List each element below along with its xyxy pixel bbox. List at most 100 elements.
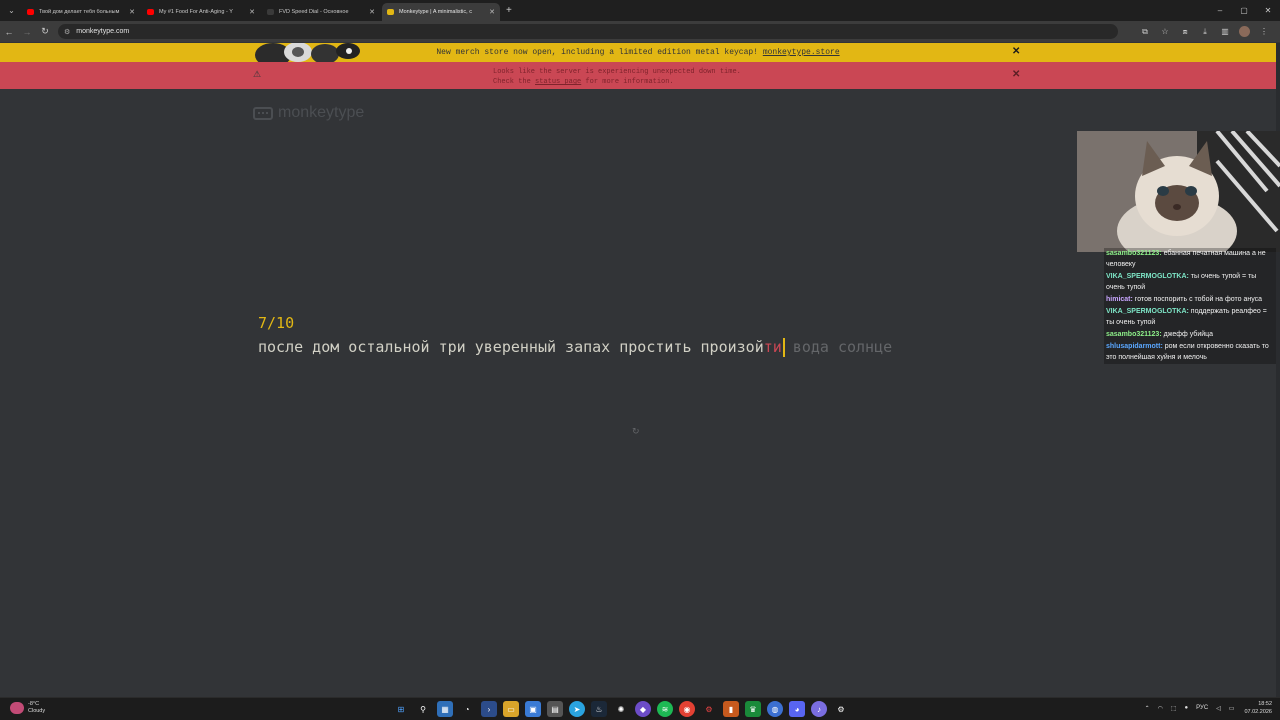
incorrect-letters: ти bbox=[763, 338, 782, 356]
weather-desc: Cloudy bbox=[28, 708, 46, 714]
photos-icon[interactable]: ▣ bbox=[525, 701, 541, 717]
language-indicator[interactable]: РУС bbox=[1196, 705, 1208, 711]
start-icon[interactable]: ⊞ bbox=[393, 701, 409, 717]
maximize-button[interactable]: ▢ bbox=[1232, 6, 1256, 15]
tab-close-icon[interactable]: ✕ bbox=[249, 8, 255, 16]
install-app-icon[interactable]: ⧉ bbox=[1135, 27, 1155, 37]
extensions-icon[interactable]: ⧈ bbox=[1175, 27, 1195, 37]
minimize-button[interactable]: – bbox=[1208, 6, 1232, 15]
network-icon[interactable]: ⬚ bbox=[1171, 705, 1177, 712]
volume-icon[interactable]: ◁ bbox=[1216, 705, 1221, 712]
upcoming-words: вода солнце bbox=[792, 338, 893, 356]
new-tab-button[interactable]: + bbox=[506, 5, 512, 16]
weather-icon bbox=[10, 702, 24, 714]
bookmark-star-icon[interactable]: ☆ bbox=[1155, 27, 1175, 36]
webcam-overlay bbox=[1077, 131, 1280, 252]
warning-icon: ⚠ bbox=[253, 70, 262, 80]
store-icon[interactable]: ▤ bbox=[547, 701, 563, 717]
terminal-icon[interactable]: › bbox=[481, 701, 497, 717]
chrome-icon[interactable]: ◉ bbox=[679, 701, 695, 717]
search-icon[interactable]: ⚲ bbox=[415, 701, 431, 717]
toolbar-actions: ⧉ ☆ ⧈ ⤓ ▥ ⋮ bbox=[1135, 21, 1274, 42]
spotify-icon[interactable]: ≋ bbox=[657, 701, 673, 717]
taskbar-apps: ⊞ ⚲ ▦ ◔ › ▭ ▣ ▤ ➤ ♨ ✺ ◆ ≋ ◉ ⚙ ▮ ♛ ◍ ◕ ♪ … bbox=[390, 701, 852, 717]
tab-close-icon[interactable]: ✕ bbox=[369, 8, 375, 16]
copilot-icon[interactable]: ◔ bbox=[459, 701, 475, 717]
merch-banner-image bbox=[253, 43, 361, 62]
discord-icon[interactable]: ◕ bbox=[789, 701, 805, 717]
chat-username: VIKA_SPERMOGLOTKA bbox=[1106, 308, 1187, 315]
obsidian-icon[interactable]: ◆ bbox=[635, 701, 651, 717]
tab-search-button[interactable]: ⌄ bbox=[3, 4, 20, 18]
stream-chat: sasambo321123: ебанная печатная машина а… bbox=[1104, 248, 1276, 364]
url-text: monkeytype.com bbox=[76, 28, 130, 35]
chatgpt-icon[interactable]: ✺ bbox=[613, 701, 629, 717]
status-page-link[interactable]: status page bbox=[535, 78, 581, 86]
reload-button[interactable]: ↻ bbox=[36, 26, 54, 37]
tab-title: Monkeytype | A minimalistic, c bbox=[399, 9, 472, 15]
tab-title: My #1 Food For Anti-Aging - Y bbox=[159, 9, 233, 15]
restart-test-icon[interactable]: ↻ bbox=[632, 427, 640, 437]
chat-text: джефф убийца bbox=[1163, 331, 1214, 338]
clock[interactable]: 18:52 07.02.2026 bbox=[1244, 700, 1272, 716]
browser-tab[interactable]: My #1 Food For Anti-Aging - Y ✕ bbox=[142, 3, 260, 21]
back-button[interactable]: ← bbox=[0, 27, 18, 37]
tab-title: Твой дом делает тебя больным bbox=[39, 9, 120, 15]
app-orange-icon[interactable]: ▮ bbox=[723, 701, 739, 717]
word-counter: 7/10 bbox=[258, 314, 295, 332]
app-green-icon[interactable]: ♛ bbox=[745, 701, 761, 717]
gallery-icon[interactable]: ▦ bbox=[437, 701, 453, 717]
battery-icon[interactable]: ▭ bbox=[1229, 705, 1235, 712]
weather-widget[interactable]: -8°C Cloudy bbox=[10, 701, 45, 715]
chat-text: готов поспорить с тобой на фото ануса bbox=[1134, 296, 1263, 303]
merch-text: New merch store now open, including a li… bbox=[436, 48, 763, 57]
chat-message: shlusapidarmott: ром если откровенно ска… bbox=[1106, 343, 1269, 361]
merch-store-link[interactable]: monkeytype.store bbox=[763, 48, 840, 57]
tab-favicon-icon bbox=[27, 9, 34, 15]
settings-tool-icon[interactable]: ⚙ bbox=[701, 701, 717, 717]
mic-icon[interactable]: ● bbox=[1185, 705, 1189, 711]
clock-time: 18:52 bbox=[1258, 701, 1272, 707]
weather-temp: -8°C bbox=[28, 701, 40, 707]
tab-close-icon[interactable]: ✕ bbox=[129, 8, 135, 16]
typing-words[interactable]: после дом остальной три уверенный запах … bbox=[258, 338, 892, 357]
close-window-button[interactable]: ✕ bbox=[1256, 6, 1280, 15]
sidebar-icon[interactable]: ▥ bbox=[1215, 27, 1235, 36]
tray-overflow-icon[interactable]: ⌃ bbox=[1145, 705, 1150, 712]
tab-close-icon[interactable]: ✕ bbox=[489, 8, 495, 16]
menu-icon[interactable]: ⋮ bbox=[1254, 27, 1274, 36]
chat-username: himicat bbox=[1106, 296, 1131, 303]
browser-tab[interactable]: Твой дом делает тебя больным ✕ bbox=[22, 3, 140, 21]
site-info-icon[interactable]: ⚙ bbox=[64, 28, 70, 36]
browser-tab[interactable]: FVD Speed Dial - Основное ✕ bbox=[262, 3, 380, 21]
close-merch-banner-icon[interactable]: ✕ bbox=[1012, 46, 1020, 57]
address-bar[interactable]: ⚙ monkeytype.com bbox=[58, 24, 1118, 39]
browser-toolbar: ← → ↻ ⚙ monkeytype.com ⧉ ☆ ⧈ ⤓ ▥ ⋮ bbox=[0, 21, 1280, 42]
system-settings-icon[interactable]: ⚙ bbox=[833, 701, 849, 717]
close-alert-banner-icon[interactable]: ✕ bbox=[1012, 69, 1020, 80]
chat-message: himicat: готов поспорить с тобой на фото… bbox=[1106, 296, 1263, 303]
window-controls: – ▢ ✕ bbox=[1208, 0, 1280, 21]
keyboard-icon bbox=[253, 106, 273, 120]
chat-message: sasambo321123: ебанная печатная машина а… bbox=[1106, 250, 1266, 268]
browser-tab[interactable]: Monkeytype | A minimalistic, c ✕ bbox=[382, 3, 500, 21]
typed-words: после дом остальной три уверенный запах … bbox=[258, 338, 764, 356]
chat-message: VIKA_SPERMOGLOTKA: поддержать реалфео = … bbox=[1106, 308, 1267, 326]
profile-avatar[interactable] bbox=[1239, 26, 1250, 37]
music-icon[interactable]: ♪ bbox=[811, 701, 827, 717]
steam-icon[interactable]: ♨ bbox=[591, 701, 607, 717]
download-icon[interactable]: ⤓ bbox=[1195, 27, 1215, 37]
wifi-icon[interactable]: ◠ bbox=[1158, 705, 1163, 712]
forward-button[interactable]: → bbox=[18, 27, 36, 37]
chat-username: sasambo321123 bbox=[1106, 250, 1160, 257]
monkeytype-logo[interactable]: monkeytype bbox=[253, 104, 364, 122]
server-alert-banner: ⚠ Looks like the server is experiencing … bbox=[0, 62, 1276, 89]
browser-icon[interactable]: ◍ bbox=[767, 701, 783, 717]
chat-message: VIKA_SPERMOGLOTKA: ты очень тупой = ты о… bbox=[1106, 273, 1257, 291]
chat-message: sasambo321123: джефф убийца bbox=[1106, 331, 1214, 338]
alert-line-1: Looks like the server is experiencing un… bbox=[493, 68, 741, 76]
telegram-icon[interactable]: ➤ bbox=[569, 701, 585, 717]
tab-favicon-icon bbox=[267, 9, 274, 15]
file-explorer-icon[interactable]: ▭ bbox=[503, 701, 519, 717]
tab-favicon-icon bbox=[387, 9, 394, 15]
